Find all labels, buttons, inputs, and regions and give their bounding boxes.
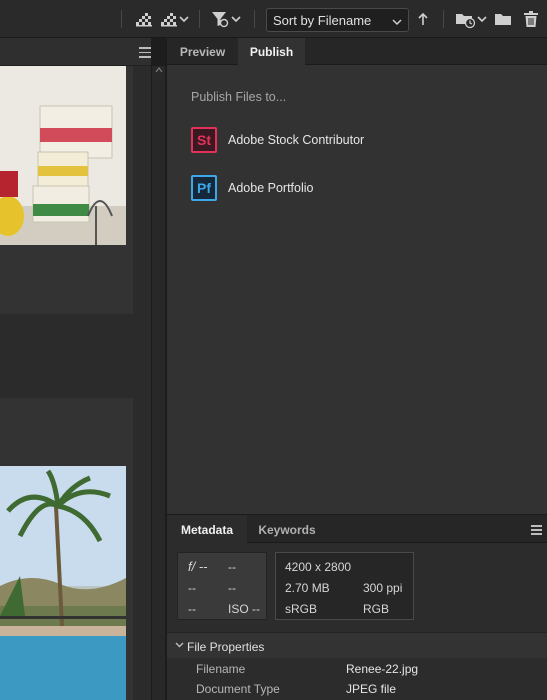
publish-adobe-stock[interactable]: St Adobe Stock Contributor xyxy=(191,127,364,153)
tab-preview[interactable]: Preview xyxy=(167,38,238,65)
file-size-value: 2.70 MB xyxy=(285,581,330,595)
camera-data-box: f/ -- -- -- -- -- ISO -- xyxy=(177,552,267,620)
filter-icon[interactable] xyxy=(210,9,242,29)
chevron-down-icon xyxy=(392,15,402,30)
aperture-value: f/ -- xyxy=(188,559,208,574)
tab-metadata[interactable]: Metadata xyxy=(167,515,247,543)
iso-value: ISO -- xyxy=(228,602,260,616)
resolution-value: 300 ppi xyxy=(363,581,403,595)
new-folder-icon[interactable] xyxy=(494,9,512,29)
thumbnail-cell[interactable] xyxy=(0,66,133,314)
service-label: Adobe Stock Contributor xyxy=(228,133,365,147)
property-key: Filename xyxy=(196,662,246,676)
tab-keywords[interactable]: Keywords xyxy=(247,515,327,543)
toolbar-divider xyxy=(199,10,200,28)
tab-publish[interactable]: Publish xyxy=(238,38,305,65)
open-recent-icon[interactable] xyxy=(455,9,488,29)
sort-label: Sort by Filename xyxy=(273,13,372,28)
color-mode-value: RGB xyxy=(363,602,390,616)
content-panel xyxy=(0,38,151,700)
tea-boxes-photo[interactable] xyxy=(0,66,126,245)
quality-icon[interactable] xyxy=(134,9,154,29)
property-row: Filename Renee-22.jpg xyxy=(167,659,547,679)
quality-dropdown-icon[interactable] xyxy=(160,9,190,29)
color-space-value: sRGB xyxy=(285,602,318,616)
publish-panel: Preview Publish Publish Files to... St A… xyxy=(166,38,547,514)
sort-order-icon[interactable] xyxy=(416,9,430,29)
content-scrollbar[interactable] xyxy=(151,66,165,700)
publish-title: Publish Files to... xyxy=(191,90,287,104)
metadata-panel: Metadata Keywords f/ -- -- -- -- -- ISO … xyxy=(166,514,547,700)
content-panel-header xyxy=(0,38,151,66)
service-label: Adobe Portfolio xyxy=(228,181,314,195)
file-properties-header[interactable]: File Properties xyxy=(167,632,547,658)
toolbar-divider xyxy=(254,10,255,28)
adobe-portfolio-icon: Pf xyxy=(191,175,217,201)
scroll-up-icon[interactable] xyxy=(155,66,163,76)
publish-adobe-portfolio[interactable]: Pf Adobe Portfolio xyxy=(191,175,313,201)
toolbar-divider xyxy=(121,10,122,28)
panel-menu-icon[interactable] xyxy=(139,47,151,61)
metadata-panel-tabs: Metadata Keywords xyxy=(167,515,547,543)
publish-panel-tabs: Preview Publish xyxy=(167,38,547,65)
file-properties-title: File Properties xyxy=(187,640,265,654)
trash-icon[interactable] xyxy=(522,9,540,29)
pool-palm-photo[interactable] xyxy=(0,466,126,700)
chevron-down-icon xyxy=(175,640,184,651)
shutter-value: -- xyxy=(228,560,236,574)
panel-menu-icon[interactable] xyxy=(531,525,542,537)
dimensions-value: 4200 x 2800 xyxy=(285,560,352,574)
top-toolbar: Sort by Filename xyxy=(0,0,547,38)
property-key: Document Type xyxy=(196,682,280,696)
toolbar-divider xyxy=(443,10,444,28)
sort-select[interactable]: Sort by Filename xyxy=(266,8,409,32)
camera-value: -- xyxy=(228,581,236,595)
property-row: Document Type JPEG file xyxy=(167,679,547,699)
adobe-stock-icon: St xyxy=(191,127,217,153)
thumbnail-cell[interactable] xyxy=(0,398,133,700)
property-value: Renee-22.jpg xyxy=(346,662,419,676)
camera-value: -- xyxy=(188,602,196,616)
camera-value: -- xyxy=(188,581,196,595)
property-value: JPEG file xyxy=(346,682,397,696)
image-data-box: 4200 x 2800 2.70 MB 300 ppi sRGB RGB xyxy=(275,552,414,620)
